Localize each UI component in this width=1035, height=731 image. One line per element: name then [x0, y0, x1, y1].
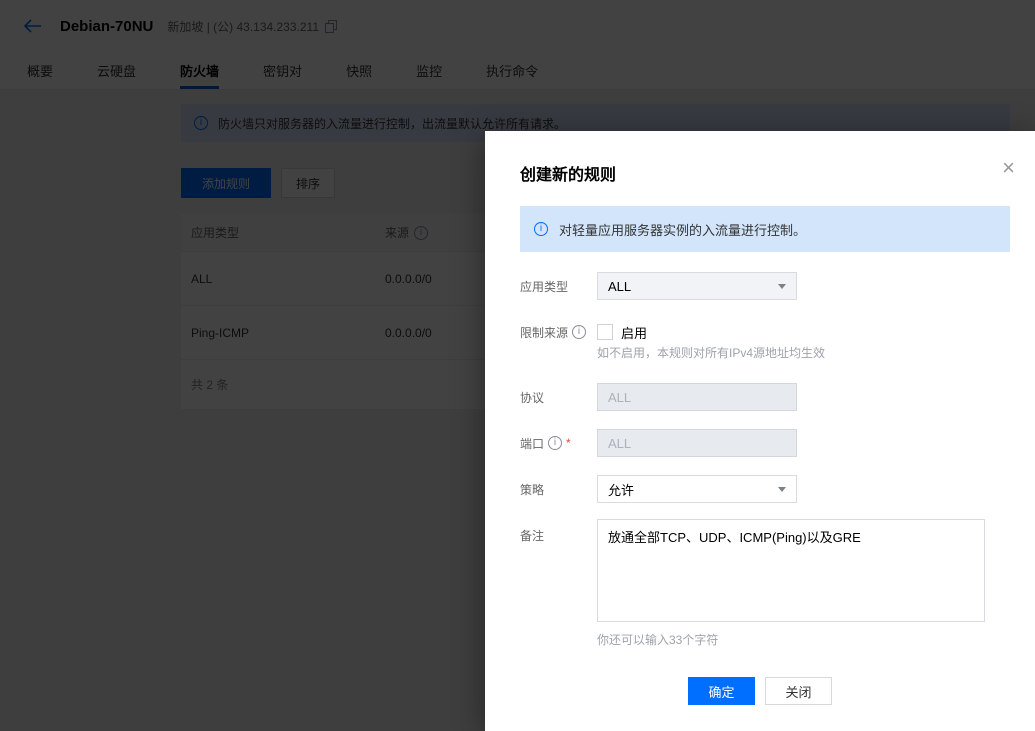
- app-type-value: ALL: [608, 278, 632, 294]
- protocol-input: ALL: [597, 383, 797, 411]
- create-rule-modal: 创建新的规则 对轻量应用服务器实例的入流量进行控制。 应用类型 ALL 限制来源…: [485, 131, 1035, 731]
- info-icon: [534, 222, 548, 236]
- port-row: 端口 * ALL: [520, 429, 797, 457]
- enable-source-checkbox-label: 启用: [621, 325, 648, 341]
- remark-label: 备注: [520, 529, 545, 543]
- port-label: 端口 *: [520, 435, 597, 452]
- limit-source-label: 限制来源: [520, 324, 597, 341]
- modal-notice-banner: 对轻量应用服务器实例的入流量进行控制。: [520, 206, 1010, 252]
- policy-select[interactable]: 允许: [597, 475, 797, 503]
- limit-source-row: 限制来源 启用: [520, 324, 648, 341]
- modal-notice-text: 对轻量应用服务器实例的入流量进行控制。: [559, 222, 807, 238]
- app-type-row: 应用类型 ALL: [520, 272, 797, 300]
- policy-value: 允许: [608, 482, 635, 498]
- remark-hint: 你还可以输入33个字符: [597, 633, 719, 647]
- cancel-button[interactable]: 关闭: [765, 677, 832, 705]
- port-label-text: 端口: [520, 436, 545, 451]
- app-type-label: 应用类型: [520, 279, 569, 294]
- close-icon[interactable]: [1002, 157, 1015, 179]
- info-icon: [572, 325, 587, 339]
- chevron-down-icon: [778, 486, 786, 492]
- protocol-label: 协议: [520, 390, 545, 405]
- app-type-select[interactable]: ALL: [597, 272, 797, 300]
- limit-source-hint: 如不启用，本规则对所有IPv4源地址均生效: [597, 346, 826, 360]
- protocol-row: 协议 ALL: [520, 383, 797, 411]
- port-input: ALL: [597, 429, 797, 457]
- policy-row: 策略 允许: [520, 475, 797, 503]
- required-asterisk: *: [566, 436, 571, 450]
- remark-textarea[interactable]: 放通全部TCP、UDP、ICMP(Ping)以及GRE: [597, 519, 985, 622]
- chevron-down-icon: [778, 283, 786, 289]
- remark-row: 备注 放通全部TCP、UDP、ICMP(Ping)以及GRE: [520, 519, 985, 622]
- confirm-button[interactable]: 确定: [688, 677, 755, 705]
- enable-source-checkbox[interactable]: [597, 324, 613, 340]
- info-icon: [548, 436, 563, 450]
- policy-label: 策略: [520, 482, 545, 497]
- limit-source-label-text: 限制来源: [520, 325, 569, 340]
- modal-title: 创建新的规则: [520, 167, 617, 184]
